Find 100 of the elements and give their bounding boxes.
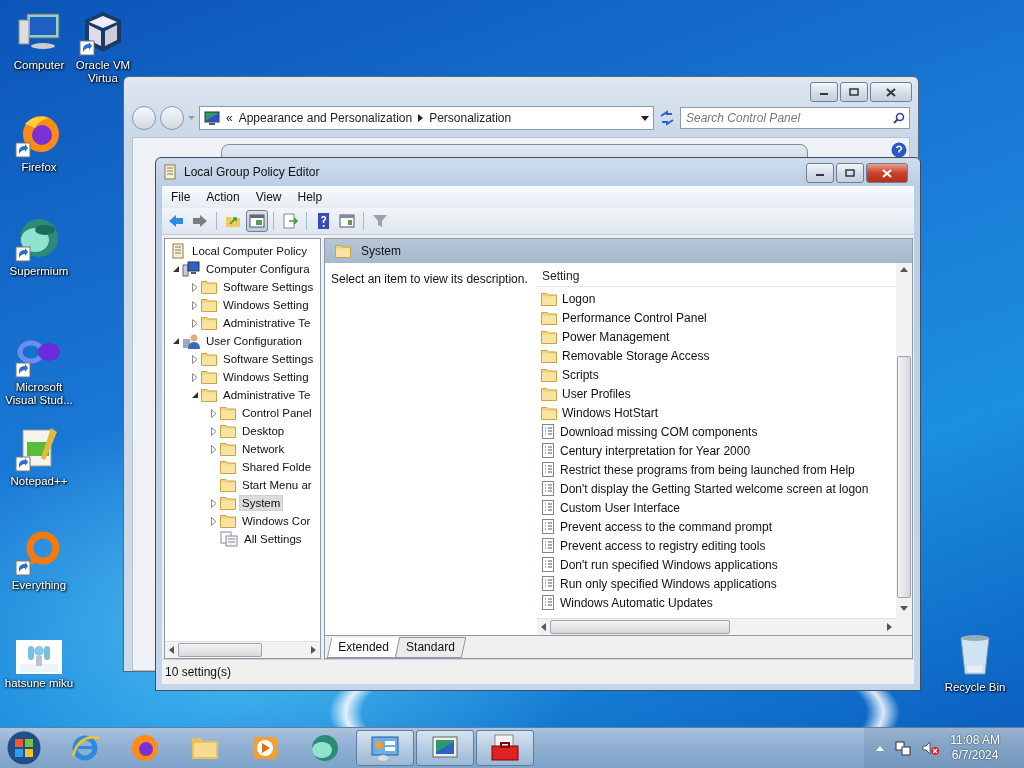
tree-item[interactable]: User Configuration	[203, 333, 305, 349]
close-button[interactable]	[870, 82, 912, 102]
toolbar-button[interactable]	[246, 210, 268, 232]
expand-arrow-icon[interactable]	[211, 498, 217, 508]
scroll-up-arrow-icon[interactable]	[900, 267, 908, 272]
breadcrumb[interactable]: Personalization	[429, 111, 512, 125]
menu-item[interactable]: Action	[199, 188, 247, 206]
tree-item[interactable]: Network	[239, 441, 288, 457]
desktop-icon-label[interactable]: Oracle VM Virtua	[67, 59, 139, 85]
view-tab[interactable]: Standard	[394, 637, 466, 658]
desktop-icon-label[interactable]: Firefox	[21, 161, 57, 174]
setting-item[interactable]: Prevent access to the command prompt	[560, 519, 773, 534]
setting-item[interactable]: Download missing COM components	[560, 424, 758, 439]
tree-item[interactable]: Start Menu ar	[239, 477, 315, 493]
breadcrumb[interactable]: Appearance and Personalization	[238, 111, 413, 125]
refresh-icon[interactable]	[658, 110, 676, 126]
back-button[interactable]	[132, 106, 156, 130]
taskbar-button[interactable]	[416, 730, 474, 766]
folder-icon	[541, 329, 557, 344]
close-button[interactable]	[866, 163, 908, 183]
minimize-button[interactable]	[806, 163, 834, 183]
view-tab[interactable]: Extended	[326, 638, 400, 658]
scroll-down-arrow-icon[interactable]	[900, 606, 908, 611]
tree-item[interactable]: Control Panel	[239, 405, 315, 421]
setting-item[interactable]: Prevent access to registry editing tools	[560, 538, 766, 553]
expand-arrow-icon[interactable]	[211, 516, 217, 526]
taskbar-button[interactable]	[356, 730, 414, 766]
help-icon[interactable]	[891, 142, 907, 158]
setting-item[interactable]: Logon	[562, 291, 596, 306]
address-bar[interactable]: « Appearance and Personalization Personalization	[199, 106, 654, 130]
collapse-arrow-icon[interactable]	[191, 391, 199, 399]
setting-item[interactable]: User Profiles	[562, 386, 631, 401]
expand-arrow-icon[interactable]	[211, 408, 217, 418]
tree-item[interactable]: System	[239, 495, 284, 511]
tree-item[interactable]: Shared Folde	[239, 459, 315, 475]
setting-item[interactable]: Don't run specified Windows applications	[560, 557, 778, 572]
setting-item[interactable]: Custom User Interface	[560, 500, 681, 515]
dropdown-arrow-icon[interactable]	[641, 115, 649, 121]
network-icon[interactable]	[894, 740, 913, 756]
scroll-left-arrow-icon[interactable]	[169, 646, 174, 654]
tree-item[interactable]: Windows Setting	[220, 297, 312, 313]
setting-item[interactable]: Windows Automatic Updates	[560, 595, 713, 610]
tree-item[interactable]: Desktop	[239, 423, 288, 439]
start-button[interactable]	[4, 729, 44, 767]
desktop-icon-label[interactable]: Supermium	[9, 265, 69, 278]
forward-button[interactable]	[160, 106, 184, 130]
expand-arrow-icon[interactable]	[192, 318, 198, 328]
desktop-icon-label[interactable]: Computer	[13, 59, 65, 72]
minimize-button[interactable]	[810, 82, 838, 102]
setting-item[interactable]: Run only specified Windows applications	[560, 576, 777, 591]
setting-item[interactable]: Don't display the Getting Started welcome screen at logon	[560, 481, 869, 496]
tree-item[interactable]: Administrative Te	[220, 315, 314, 331]
collapse-arrow-icon[interactable]	[172, 337, 180, 345]
vertical-scrollbar[interactable]	[896, 263, 912, 635]
breadcrumb-overflow[interactable]: «	[226, 111, 233, 125]
setting-item[interactable]: Scripts	[562, 367, 599, 382]
chevron-right-icon[interactable]	[418, 114, 424, 122]
maximize-button[interactable]	[836, 163, 864, 183]
forward-arrow-icon	[191, 212, 209, 230]
tree-item[interactable]: Local Computer Policy	[189, 243, 311, 259]
scroll-right-arrow-icon[interactable]	[311, 646, 316, 654]
column-header[interactable]: Setting	[537, 265, 896, 287]
expand-arrow-icon[interactable]	[192, 282, 198, 292]
setting-item[interactable]: Windows HotStart	[562, 405, 659, 420]
desktop-icon-label[interactable]: Microsoft Visual Stud...	[3, 381, 75, 407]
menu-item[interactable]: View	[248, 188, 289, 206]
expand-arrow-icon[interactable]	[211, 444, 217, 454]
volume-muted-icon[interactable]	[922, 740, 941, 756]
menu-item[interactable]: Help	[290, 188, 330, 206]
tree-item[interactable]: Windows Cor	[239, 513, 314, 529]
tree-item[interactable]: Windows Setting	[220, 369, 312, 385]
desktop-icon-label[interactable]: Recycle Bin	[944, 681, 1006, 694]
tree-item[interactable]: All Settings	[241, 531, 305, 547]
expand-arrow-icon[interactable]	[192, 372, 198, 382]
folder-icon	[220, 424, 236, 438]
tree-item[interactable]: Software Settings	[220, 279, 317, 295]
tree-item[interactable]: Software Settings	[220, 351, 317, 367]
policy-setting-icon	[541, 481, 555, 496]
setting-item[interactable]: Performance Control Panel	[562, 310, 707, 325]
search-icon[interactable]	[893, 112, 905, 124]
tree-item[interactable]: Computer Configura	[203, 261, 313, 277]
setting-item[interactable]: Power Management	[562, 329, 670, 344]
taskbar-button[interactable]	[476, 730, 534, 766]
desktop-icon-label[interactable]: Notepad++	[10, 475, 68, 488]
setting-item[interactable]: Removable Storage Access	[562, 348, 710, 363]
show-hidden-icons-icon[interactable]	[876, 745, 885, 751]
horizontal-scrollbar[interactable]	[537, 618, 896, 635]
menu-item[interactable]: File	[164, 188, 198, 206]
maximize-button[interactable]	[840, 82, 868, 102]
expand-arrow-icon[interactable]	[192, 354, 198, 364]
expand-arrow-icon[interactable]	[211, 426, 217, 436]
search-field[interactable]: Search Control Panel	[680, 107, 910, 129]
tree-item[interactable]: Administrative Te	[220, 387, 314, 403]
scroll-left-arrow-icon[interactable]	[541, 623, 546, 631]
setting-item[interactable]: Restrict these programs from being launched from Help	[560, 462, 855, 477]
horizontal-scrollbar[interactable]	[165, 641, 320, 658]
scroll-right-arrow-icon[interactable]	[887, 623, 892, 631]
expand-arrow-icon[interactable]	[192, 300, 198, 310]
setting-item[interactable]: Century interpretation for Year 2000	[560, 443, 751, 458]
collapse-arrow-icon[interactable]	[172, 265, 180, 273]
